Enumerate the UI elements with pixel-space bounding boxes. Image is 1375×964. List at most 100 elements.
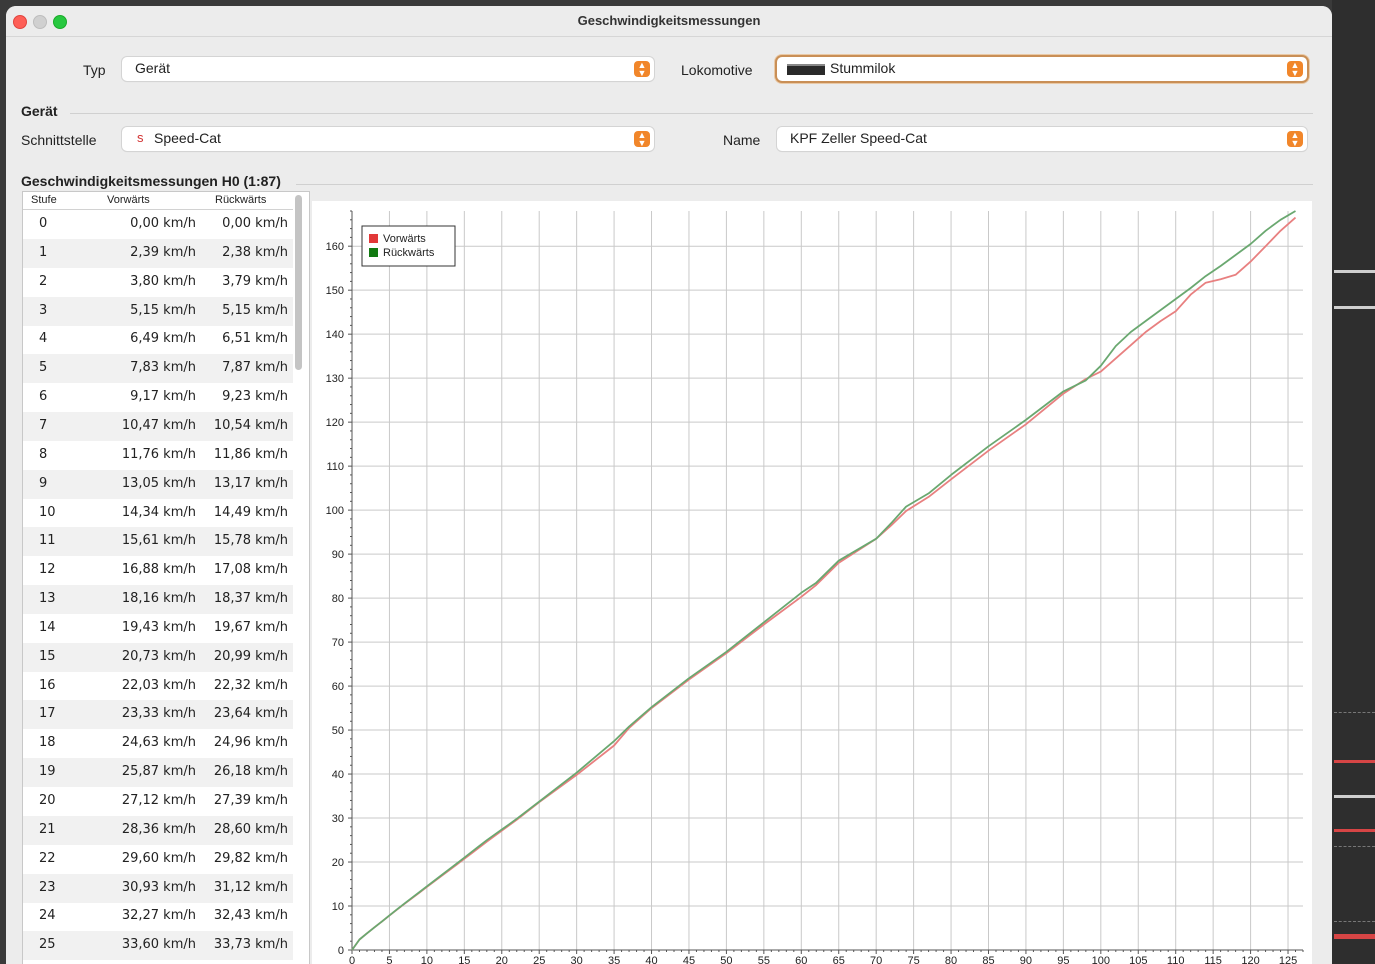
popup-chevrons-icon: ▲ ▼ xyxy=(634,61,650,78)
x-tick-label: 45 xyxy=(683,955,695,964)
x-tick-label: 90 xyxy=(1020,955,1032,964)
table-row[interactable]: 16 22,03 km/h 22,32 km/h xyxy=(23,672,293,701)
table-row[interactable]: 3 5,15 km/h 5,15 km/h xyxy=(23,296,293,326)
table-row[interactable]: 4 6,49 km/h 6,51 km/h xyxy=(23,325,293,354)
legend-label: Rückwärts xyxy=(383,247,435,259)
x-tick-label: 125 xyxy=(1279,955,1297,964)
cell-rueckwaerts: 27,39 km/h xyxy=(213,793,288,808)
cell-rueckwaerts: 10,54 km/h xyxy=(213,417,288,433)
table-header: Stufe Vorwärts Rückwärts xyxy=(23,192,293,210)
table-row[interactable]: 9 13,05 km/h 13,17 km/h xyxy=(23,469,293,499)
schnittstelle-label: Schnittstelle xyxy=(21,132,97,148)
table-row[interactable]: 19 25,87 km/h 26,18 km/h xyxy=(23,758,293,788)
x-tick-label: 25 xyxy=(533,955,545,964)
table-row[interactable]: 7 10,47 km/h 10,54 km/h xyxy=(23,411,293,441)
x-tick-label: 60 xyxy=(795,955,807,964)
measurements-section-title: Geschwindigkeitsmessungen H0 (1:87) xyxy=(21,173,281,189)
name-label: Name xyxy=(723,132,761,148)
name-value: KPF Zeller Speed-Cat xyxy=(790,130,927,146)
table-row[interactable]: 23 30,93 km/h 31,12 km/h xyxy=(23,873,293,903)
schnittstelle-select[interactable]: s Speed-Cat ▲ ▼ xyxy=(122,127,654,151)
title-bar[interactable]: Geschwindigkeitsmessungen xyxy=(6,6,1332,37)
cell-stufe: 5 xyxy=(39,360,48,376)
popup-chevrons-icon: ▲ ▼ xyxy=(1287,131,1303,148)
table-row[interactable]: 1 2,39 km/h 2,38 km/h xyxy=(23,238,293,268)
y-tick-label: 70 xyxy=(332,637,344,649)
lokomotive-label: Lokomotive xyxy=(681,62,753,78)
cell-rueckwaerts: 3,79 km/h xyxy=(222,273,288,289)
column-header-rueckwaerts[interactable]: Rückwärts xyxy=(215,194,266,206)
table-row[interactable]: 14 19,43 km/h 19,67 km/h xyxy=(23,614,293,643)
cell-rueckwaerts: 31,12 km/h xyxy=(213,879,288,895)
x-tick-label: 70 xyxy=(870,955,882,964)
x-tick-label: 5 xyxy=(386,955,392,964)
x-tick-label: 115 xyxy=(1204,955,1222,964)
cell-vorwaerts: 33,60 km/h xyxy=(121,937,196,953)
background-mark xyxy=(1334,934,1375,939)
name-select[interactable]: KPF Zeller Speed-Cat ▲ ▼ xyxy=(777,127,1307,151)
cell-stufe: 16 xyxy=(39,677,56,693)
column-header-stufe[interactable]: Stufe xyxy=(31,194,57,206)
cell-vorwaerts: 22,03 km/h xyxy=(121,677,196,693)
table-row[interactable]: 2 3,80 km/h 3,79 km/h xyxy=(23,268,293,297)
table-row[interactable]: 6 9,17 km/h 9,23 km/h xyxy=(23,383,293,412)
typ-select[interactable]: Gerät ▲ ▼ xyxy=(122,57,654,81)
x-tick-label: 30 xyxy=(571,955,583,964)
table-row[interactable]: 15 20,73 km/h 20,99 km/h xyxy=(23,642,293,672)
cell-rueckwaerts: 22,32 km/h xyxy=(213,677,288,693)
table-row[interactable]: 20 27,12 km/h 27,39 km/h xyxy=(23,787,293,816)
y-tick-label: 20 xyxy=(332,857,344,869)
y-tick-label: 120 xyxy=(326,417,344,429)
speed-measurement-window: Geschwindigkeitsmessungen Typ Gerät ▲ ▼ L… xyxy=(6,6,1332,964)
x-tick-label: 95 xyxy=(1057,955,1069,964)
table-row[interactable]: 24 32,27 km/h 32,43 km/h xyxy=(23,902,293,931)
cell-rueckwaerts: 28,60 km/h xyxy=(213,821,288,837)
cell-rueckwaerts: 33,73 km/h xyxy=(213,937,288,953)
cell-stufe: 9 xyxy=(39,475,48,491)
cell-stufe: 20 xyxy=(39,793,56,808)
background-dash xyxy=(1334,712,1375,713)
cell-stufe: 3 xyxy=(39,302,48,318)
table-row[interactable]: 5 7,83 km/h 7,87 km/h xyxy=(23,354,293,384)
cell-stufe: 21 xyxy=(39,821,56,837)
y-tick-label: 160 xyxy=(326,241,344,253)
cell-stufe: 10 xyxy=(39,504,56,520)
cell-rueckwaerts: 32,43 km/h xyxy=(213,908,288,924)
cell-vorwaerts: 14,34 km/h xyxy=(121,504,196,520)
table-row[interactable]: 22 29,60 km/h 29,82 km/h xyxy=(23,845,293,874)
table-row[interactable]: 8 11,76 km/h 11,86 km/h xyxy=(23,441,293,470)
table-row[interactable]: 18 24,63 km/h 24,96 km/h xyxy=(23,729,293,758)
cell-vorwaerts: 6,49 km/h xyxy=(130,331,196,347)
x-tick-label: 35 xyxy=(608,955,620,964)
table-row[interactable]: 13 18,16 km/h 18,37 km/h xyxy=(23,585,293,615)
y-tick-label: 0 xyxy=(338,945,344,957)
x-tick-label: 105 xyxy=(1129,955,1147,964)
cell-vorwaerts: 11,76 km/h xyxy=(121,446,196,462)
y-tick-label: 130 xyxy=(326,373,344,385)
background-mark xyxy=(1334,760,1375,763)
schnittstelle-value: Speed-Cat xyxy=(154,130,221,146)
table-row[interactable]: 12 16,88 km/h 17,08 km/h xyxy=(23,556,293,585)
table-row[interactable]: 25 33,60 km/h 33,73 km/h xyxy=(23,931,293,961)
table-row[interactable]: 10 14,34 km/h 14,49 km/h xyxy=(23,499,293,528)
cell-rueckwaerts: 13,17 km/h xyxy=(213,475,288,491)
table-row[interactable]: 0 0,00 km/h 0,00 km/h xyxy=(23,210,293,239)
speed-table[interactable]: Stufe Vorwärts Rückwärts 0 0,00 km/h 0,00 … xyxy=(22,191,310,964)
y-tick-label: 50 xyxy=(332,725,344,737)
section-separator xyxy=(296,184,1313,185)
section-separator xyxy=(70,113,1313,114)
y-tick-label: 10 xyxy=(332,901,344,913)
background-mark xyxy=(1334,795,1375,798)
table-row[interactable]: 17 23,33 km/h 23,64 km/h xyxy=(23,700,293,730)
cell-stufe: 14 xyxy=(39,619,56,635)
column-header-vorwaerts[interactable]: Vorwärts xyxy=(107,194,150,206)
cell-vorwaerts: 23,33 km/h xyxy=(121,706,196,722)
cell-vorwaerts: 30,93 km/h xyxy=(121,879,196,895)
table-row[interactable]: 21 28,36 km/h 28,60 km/h xyxy=(23,815,293,845)
table-row[interactable]: 11 15,61 km/h 15,78 km/h xyxy=(23,527,293,557)
x-tick-label: 10 xyxy=(421,955,433,964)
table-scrollbar[interactable] xyxy=(295,195,302,370)
lokomotive-select[interactable]: Stummilok ▲ ▼ xyxy=(777,57,1307,81)
cell-stufe: 13 xyxy=(39,591,56,607)
cell-stufe: 2 xyxy=(39,273,48,289)
